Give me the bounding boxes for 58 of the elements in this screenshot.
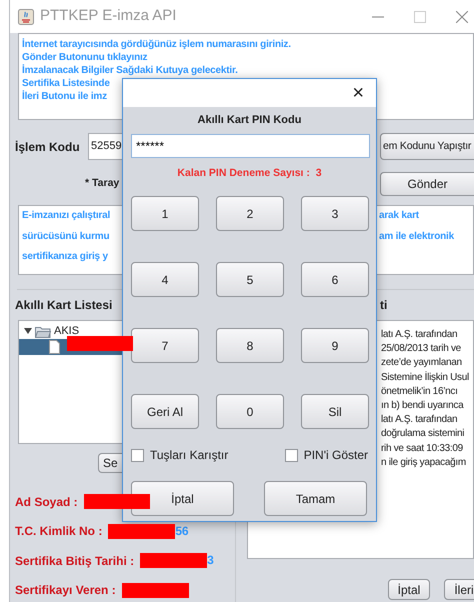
details-line: rih ve saat 10:33:09: [381, 442, 463, 456]
info-line: am ile elektronik: [379, 230, 454, 244]
next-button[interactable]: İleri: [444, 579, 474, 600]
keypad-key[interactable]: 4: [131, 262, 199, 297]
pin-field[interactable]: ******: [131, 134, 370, 158]
tree-label: AKIS: [54, 324, 80, 339]
details-line: zete’de yayımlanan: [381, 356, 462, 370]
cancel-button[interactable]: İptal: [388, 579, 430, 600]
keypad-key[interactable]: Geri Al: [131, 394, 199, 429]
details-line: ın b) bendi uyarınca: [381, 399, 464, 414]
field-label: * Taray: [85, 176, 120, 192]
transaction-code-field[interactable]: 52559: [88, 133, 122, 160]
instruction-line: İleri Butonu ile imz: [22, 90, 107, 103]
details-line: 25/08/2013 tarih ve: [381, 342, 461, 356]
window-title: PTTKEP E-imza API: [40, 6, 176, 26]
close-button[interactable]: ×: [352, 83, 364, 103]
details-line: Sistemine İlişkin Usul: [381, 370, 469, 385]
section-title: ti: [380, 297, 388, 314]
details-line: latı A.Ş. tarafından: [381, 413, 458, 428]
keypad-key[interactable]: 5: [216, 262, 284, 297]
details-line: n ile giriş yapacağım: [381, 456, 466, 470]
field-label: Sertifika Bitiş Tarihi :: [15, 552, 134, 570]
select-button[interactable]: Se: [98, 453, 122, 473]
info-line: E-imzanızı çalıştıral: [22, 209, 110, 223]
checkbox-option[interactable]: Tuşları Karıştır: [131, 446, 228, 464]
field-value: 56: [175, 524, 188, 538]
send-button[interactable]: Gönder: [380, 172, 474, 196]
instruction-line: İmzalanacak Bilgiler Sağdaki Kutuya gelecektir.: [22, 64, 238, 77]
attempts-text: Kalan PIN Deneme Sayısı : 3: [176, 166, 323, 180]
keypad-key[interactable]: 6: [301, 262, 369, 297]
instruction-line: Gönder Butonunu tıklayınız: [22, 51, 148, 64]
instruction-line: İnternet tarayıcısında gördüğünüz işlem numarasını giriniz.: [22, 38, 291, 51]
field-label: T.C. Kimlik No :: [15, 523, 102, 540]
ok-button[interactable]: Tamam: [264, 481, 367, 516]
keypad-key[interactable]: 7: [131, 328, 199, 363]
field-label: Sertifikayı Veren :: [15, 582, 116, 600]
field-value: 3: [207, 554, 214, 568]
keypad-key[interactable]: 3: [301, 196, 369, 231]
details-line: latı A.Ş. tarafından: [381, 328, 458, 342]
dialog-title: Akıllı Kart PIN Kodu: [196, 113, 302, 127]
details-line: doğrulama sistemini: [381, 427, 464, 442]
field-label: İşlem Kodu: [15, 138, 81, 156]
info-line: arak kart: [379, 209, 419, 223]
info-line: sertifikanıza giriş y: [22, 250, 108, 264]
keypad-key[interactable]: 2: [216, 196, 284, 231]
keypad-key[interactable]: 9: [301, 328, 369, 363]
checkbox-option[interactable]: PIN'i Göster: [284, 446, 368, 464]
field-label: Ad Soyad :: [15, 494, 78, 511]
keypad-key[interactable]: 8: [216, 328, 284, 363]
instruction-line: Sertifika Listesinde: [22, 77, 110, 90]
section-title: Akıllı Kart Listesi: [15, 297, 114, 314]
details-line: önetmelik’in 16’ncı: [381, 384, 458, 399]
keypad-key[interactable]: Sil: [301, 394, 369, 429]
keypad-key[interactable]: 1: [131, 196, 199, 231]
info-line: sürücüsünü kurmu: [22, 230, 110, 244]
cancel-button[interactable]: İptal: [131, 481, 234, 516]
keypad-key[interactable]: 0: [216, 394, 284, 429]
paste-code-button[interactable]: em Kodunu Yapıştır: [380, 133, 474, 160]
